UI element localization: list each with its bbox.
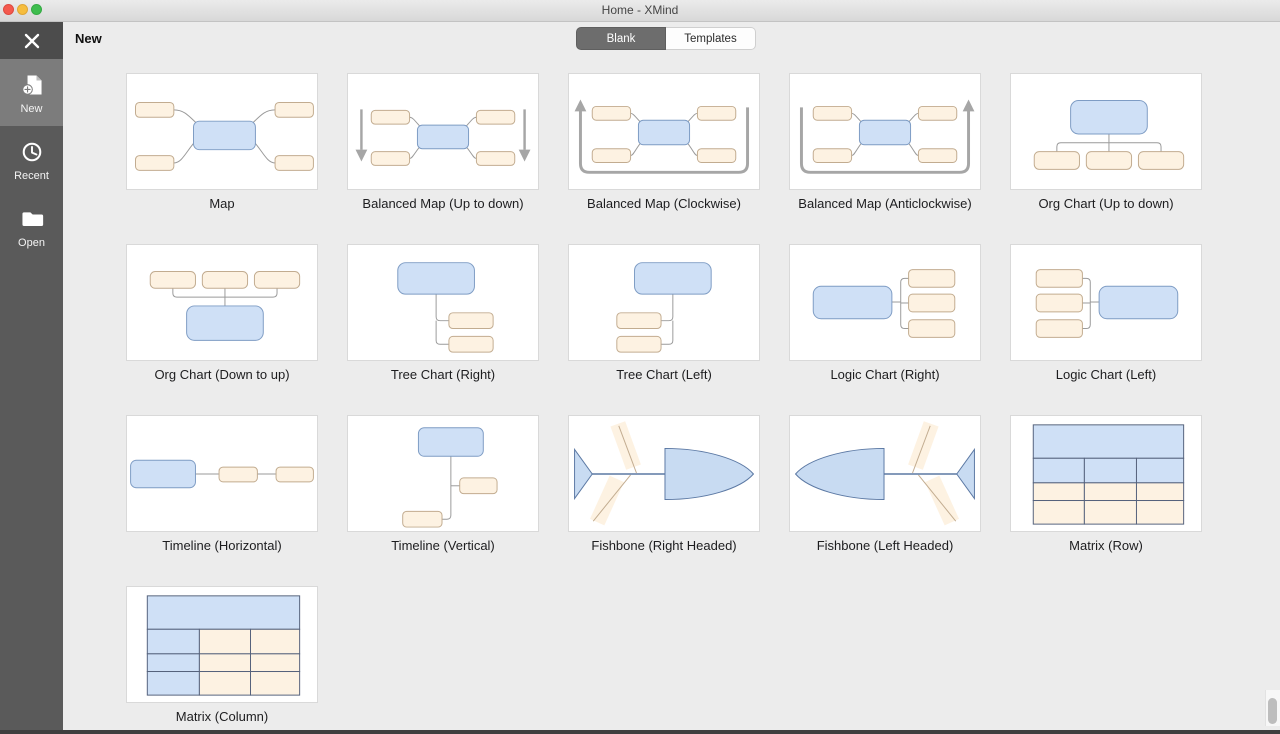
tab-templates[interactable]: Templates xyxy=(666,27,756,50)
window-bottom-edge xyxy=(0,730,1280,734)
template-label: Logic Chart (Left) xyxy=(1010,367,1202,382)
template-card-fishbone-right-headed[interactable]: Fishbone (Right Headed) xyxy=(568,415,760,555)
sidebar-item-label: New xyxy=(20,103,42,115)
template-label: Timeline (Vertical) xyxy=(347,538,539,553)
blank-templates-segmented-control: Blank Templates xyxy=(576,27,756,50)
tab-blank[interactable]: Blank xyxy=(576,27,666,50)
template-card-balanced-map-anticlockwise[interactable]: Balanced Map (Anticlockwise) xyxy=(789,73,981,213)
sidebar: New Recent Open xyxy=(0,22,63,734)
template-label: Map xyxy=(126,196,318,211)
template-thumbnail xyxy=(1010,244,1202,361)
page-title: New xyxy=(75,31,102,46)
window-title: Home - XMind xyxy=(0,0,1280,21)
template-thumbnail xyxy=(789,415,981,532)
template-card-timeline-horizontal[interactable]: Timeline (Horizontal) xyxy=(126,415,318,555)
tree-chart-left-graphic xyxy=(569,245,759,360)
logic-chart-left-graphic xyxy=(1011,245,1201,360)
template-thumbnail xyxy=(126,73,318,190)
template-thumbnail xyxy=(347,415,539,532)
template-label: Tree Chart (Left) xyxy=(568,367,760,382)
fishbone-right-headed-graphic xyxy=(569,416,759,531)
minimize-window-button[interactable] xyxy=(17,4,28,15)
template-thumbnail xyxy=(568,244,760,361)
timeline-horizontal-graphic xyxy=(127,416,317,531)
template-card-org-chart-down-to-up[interactable]: Org Chart (Down to up) xyxy=(126,244,318,384)
template-card-timeline-vertical[interactable]: Timeline (Vertical) xyxy=(347,415,539,555)
template-label: Logic Chart (Right) xyxy=(789,367,981,382)
template-label: Timeline (Horizontal) xyxy=(126,538,318,553)
template-label: Org Chart (Down to up) xyxy=(126,367,318,382)
template-card-org-chart-up-to-down[interactable]: Org Chart (Up to down) xyxy=(1010,73,1202,213)
balanced-map-clockwise-graphic xyxy=(569,74,759,189)
balanced-map-up-to-down-graphic xyxy=(348,74,538,189)
sidebar-item-label: Open xyxy=(18,237,45,249)
template-card-balanced-map-up-to-down[interactable]: Balanced Map (Up to down) xyxy=(347,73,539,213)
template-label: Org Chart (Up to down) xyxy=(1010,196,1202,211)
template-label: Fishbone (Right Headed) xyxy=(568,538,760,553)
template-thumbnail xyxy=(347,244,539,361)
template-thumbnail xyxy=(568,415,760,532)
clock-icon xyxy=(18,138,46,166)
template-thumbnail xyxy=(789,73,981,190)
logic-chart-right-graphic xyxy=(790,245,980,360)
template-label: Fishbone (Left Headed) xyxy=(789,538,981,553)
titlebar: Home - XMind xyxy=(0,0,1280,22)
template-thumbnail xyxy=(126,415,318,532)
balanced-map-anticlockwise-graphic xyxy=(790,74,980,189)
matrix-column-graphic xyxy=(127,587,317,702)
new-panel: New Blank Templates xyxy=(63,22,1280,730)
sidebar-item-label: Recent xyxy=(14,170,49,182)
template-card-matrix-column[interactable]: Matrix (Column) xyxy=(126,586,318,726)
template-label: Tree Chart (Right) xyxy=(347,367,539,382)
template-grid: Map xyxy=(126,73,1202,726)
tree-chart-right-graphic xyxy=(348,245,538,360)
new-document-icon xyxy=(18,71,46,99)
template-thumbnail xyxy=(347,73,539,190)
scrollbar-thumb[interactable] xyxy=(1268,698,1277,724)
traffic-lights xyxy=(3,4,42,15)
template-label: Balanced Map (Clockwise) xyxy=(568,196,760,211)
template-card-tree-chart-left[interactable]: Tree Chart (Left) xyxy=(568,244,760,384)
template-card-tree-chart-right[interactable]: Tree Chart (Right) xyxy=(347,244,539,384)
template-card-fishbone-left-headed[interactable]: Fishbone (Left Headed) xyxy=(789,415,981,555)
template-thumbnail xyxy=(126,244,318,361)
zoom-window-button[interactable] xyxy=(31,4,42,15)
timeline-vertical-graphic xyxy=(348,416,538,531)
template-card-logic-chart-right[interactable]: Logic Chart (Right) xyxy=(789,244,981,384)
sidebar-item-open[interactable]: Open xyxy=(0,193,63,260)
template-card-map[interactable]: Map xyxy=(126,73,318,213)
fishbone-left-headed-graphic xyxy=(790,416,980,531)
close-panel-button[interactable] xyxy=(0,22,63,59)
template-thumbnail xyxy=(126,586,318,703)
template-label: Matrix (Column) xyxy=(126,709,318,724)
map-graphic xyxy=(127,74,317,189)
close-window-button[interactable] xyxy=(3,4,14,15)
matrix-row-graphic xyxy=(1011,416,1201,531)
template-label: Balanced Map (Anticlockwise) xyxy=(789,196,981,211)
sidebar-item-recent[interactable]: Recent xyxy=(0,126,63,193)
xmind-home-window: Home - XMind New Recent xyxy=(0,0,1280,734)
template-thumbnail xyxy=(789,244,981,361)
template-card-balanced-map-clockwise[interactable]: Balanced Map (Clockwise) xyxy=(568,73,760,213)
template-label: Matrix (Row) xyxy=(1010,538,1202,553)
org-chart-up-to-down-graphic xyxy=(1011,74,1201,189)
org-chart-down-to-up-graphic xyxy=(127,245,317,360)
template-thumbnail xyxy=(568,73,760,190)
template-card-logic-chart-left[interactable]: Logic Chart (Left) xyxy=(1010,244,1202,384)
sidebar-item-new[interactable]: New xyxy=(0,59,63,126)
template-card-matrix-row[interactable]: Matrix (Row) xyxy=(1010,415,1202,555)
close-icon xyxy=(22,31,42,51)
folder-icon xyxy=(18,205,46,233)
template-thumbnail xyxy=(1010,415,1202,532)
template-label: Balanced Map (Up to down) xyxy=(347,196,539,211)
template-thumbnail xyxy=(1010,73,1202,190)
